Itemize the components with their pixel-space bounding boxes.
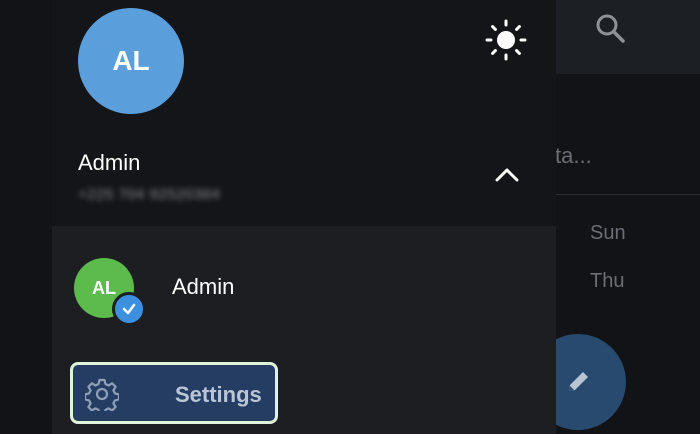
chat-day-label: Sun <box>590 222 626 244</box>
background-top-bar <box>556 0 700 74</box>
drawer-header: AL Admin +225 704 92520364 <box>52 0 556 226</box>
gear-icon <box>84 377 120 415</box>
profile-phone: +225 704 92520364 <box>78 186 221 203</box>
sun-icon[interactable] <box>484 18 528 62</box>
check-icon <box>112 292 146 326</box>
menu-item-settings[interactable]: Settings <box>70 362 278 424</box>
profile-name: Admin <box>78 150 141 175</box>
chevron-up-icon[interactable] <box>492 160 522 190</box>
pencil-icon <box>560 364 596 400</box>
chat-preview-snippet: ta... <box>555 143 592 168</box>
account-name: Admin <box>172 274 235 299</box>
chat-day-label: Thu <box>590 270 625 292</box>
background-chat-row[interactable] <box>556 74 700 195</box>
menu-item-label: Settings <box>175 382 262 407</box>
account-list-item[interactable]: AL Admin <box>52 244 556 334</box>
navigation-drawer: AL Admin +225 704 92520364 AL Admin Sett… <box>52 0 556 434</box>
profile-avatar[interactable]: AL <box>78 8 184 114</box>
search-icon[interactable] <box>592 10 628 46</box>
